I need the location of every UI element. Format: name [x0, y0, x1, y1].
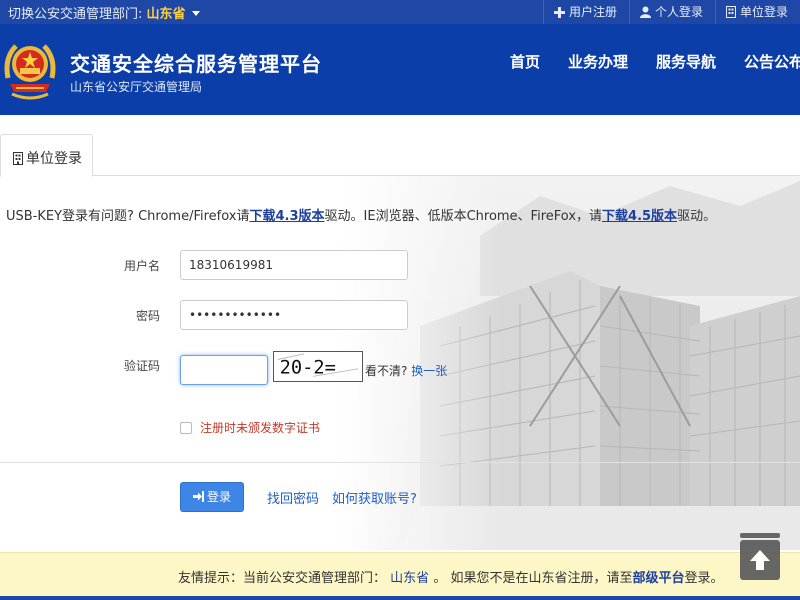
captcha-hint-text: 看不清?: [365, 364, 408, 378]
ministry-platform-link[interactable]: 部级平台: [632, 571, 684, 586]
login-tabs: 单位登录: [0, 134, 800, 177]
building-icon: [13, 152, 23, 165]
notice-suffix: 驱动。: [677, 209, 717, 224]
captcha-refresh-link[interactable]: 换一张: [411, 364, 447, 378]
get-account-link[interactable]: 如何获取账号?: [332, 488, 417, 507]
register-link-label: 用户注册: [568, 5, 617, 19]
top-links: 用户注册 个人登录 单位登录: [542, 0, 800, 24]
personal-login-label: 个人登录: [654, 5, 703, 19]
nav-service-guide[interactable]: 服务导航: [656, 51, 716, 72]
captcha-input[interactable]: [180, 355, 268, 385]
usbkey-notice: USB-KEY登录有问题? Chrome/Firefox请下载4.3版本驱动。I…: [6, 205, 716, 224]
caret-down-icon[interactable]: [191, 11, 200, 16]
site-title: 交通安全综合服务管理平台: [70, 52, 322, 76]
unit-login-label: 单位登录: [739, 5, 788, 19]
unit-login-link[interactable]: 单位登录: [714, 0, 800, 24]
tip-suffix: 登录。: [684, 571, 724, 586]
back-to-top-handle: [740, 533, 780, 538]
plus-icon: [553, 7, 565, 18]
captcha-image[interactable]: 20-2=: [273, 351, 363, 382]
tip-bar: 友情提示：当前公安交通管理部门： 山东省 。 如果您不是在山东省注册，请至部级平…: [0, 552, 800, 596]
sign-in-icon: [192, 491, 204, 502]
site-subtitle: 山东省公安厅交通管理局: [70, 80, 203, 94]
main-nav: 首页 业务办理 服务导航 公告公布: [496, 51, 800, 72]
nav-announcements[interactable]: 公告公布: [744, 51, 800, 72]
notice-middle: 驱动。IE浏览器、低版本Chrome、FireFox，请: [324, 209, 603, 224]
cert-checkbox-label: 注册时未颁发数字证书: [200, 421, 321, 435]
captcha-hint: 看不清? 换一张: [365, 362, 447, 379]
cert-checkbox[interactable]: [180, 422, 192, 434]
tab-unit-login[interactable]: 单位登录: [0, 134, 93, 177]
forgot-password-link[interactable]: 找回密码: [267, 488, 319, 507]
tab-unit-login-label: 单位登录: [26, 151, 82, 167]
username-label: 用户名: [123, 259, 160, 273]
back-to-top-button[interactable]: [740, 540, 780, 580]
login-button-label: 登录: [206, 490, 231, 504]
password-input[interactable]: [180, 300, 408, 330]
form-divider: [0, 462, 800, 463]
nav-home[interactable]: 首页: [510, 51, 540, 72]
tip-text: 友情提示：当前公安交通管理部门： 山东省 。 如果您不是在山东省注册，请至部级平…: [178, 567, 723, 586]
building-icon: [725, 6, 736, 18]
switch-label: 切换公安交通管理部门:: [8, 7, 143, 22]
nav-business[interactable]: 业务办理: [568, 51, 628, 72]
personal-login-link[interactable]: 个人登录: [628, 0, 715, 24]
username-input[interactable]: [180, 250, 408, 280]
login-button[interactable]: 登录: [180, 482, 244, 512]
register-link[interactable]: 用户注册: [542, 0, 629, 24]
password-label: 密码: [135, 309, 160, 323]
arrow-up-icon: [750, 550, 770, 570]
tip-middle: 。 如果您不是在山东省注册，请至: [433, 571, 633, 586]
police-emblem-logo: [4, 44, 56, 100]
download-4-3-link[interactable]: 下载4.3版本: [249, 209, 324, 224]
tip-province: 山东省: [390, 571, 430, 586]
current-province[interactable]: 山东省: [147, 7, 186, 22]
department-switcher[interactable]: 切换公安交通管理部门: 山东省: [8, 3, 200, 22]
site-header: 交通安全综合服务管理平台 山东省公安厅交通管理局 首页 业务办理 服务导航 公告…: [0, 24, 800, 115]
captcha-label: 验证码: [123, 359, 160, 373]
captcha-text: 20-2=: [280, 358, 336, 379]
footer-line: [0, 596, 800, 600]
top-bar: 切换公安交通管理部门: 山东省 用户注册 个人登录 单位登录: [0, 0, 800, 24]
notice-prefix: USB-KEY登录有问题? Chrome/Firefox请: [6, 209, 250, 224]
user-icon: [639, 6, 651, 18]
download-4-5-link[interactable]: 下载4.5版本: [602, 209, 677, 224]
tip-prefix: 友情提示：当前公安交通管理部门：: [178, 571, 387, 586]
cert-option[interactable]: 注册时未颁发数字证书: [180, 419, 320, 436]
